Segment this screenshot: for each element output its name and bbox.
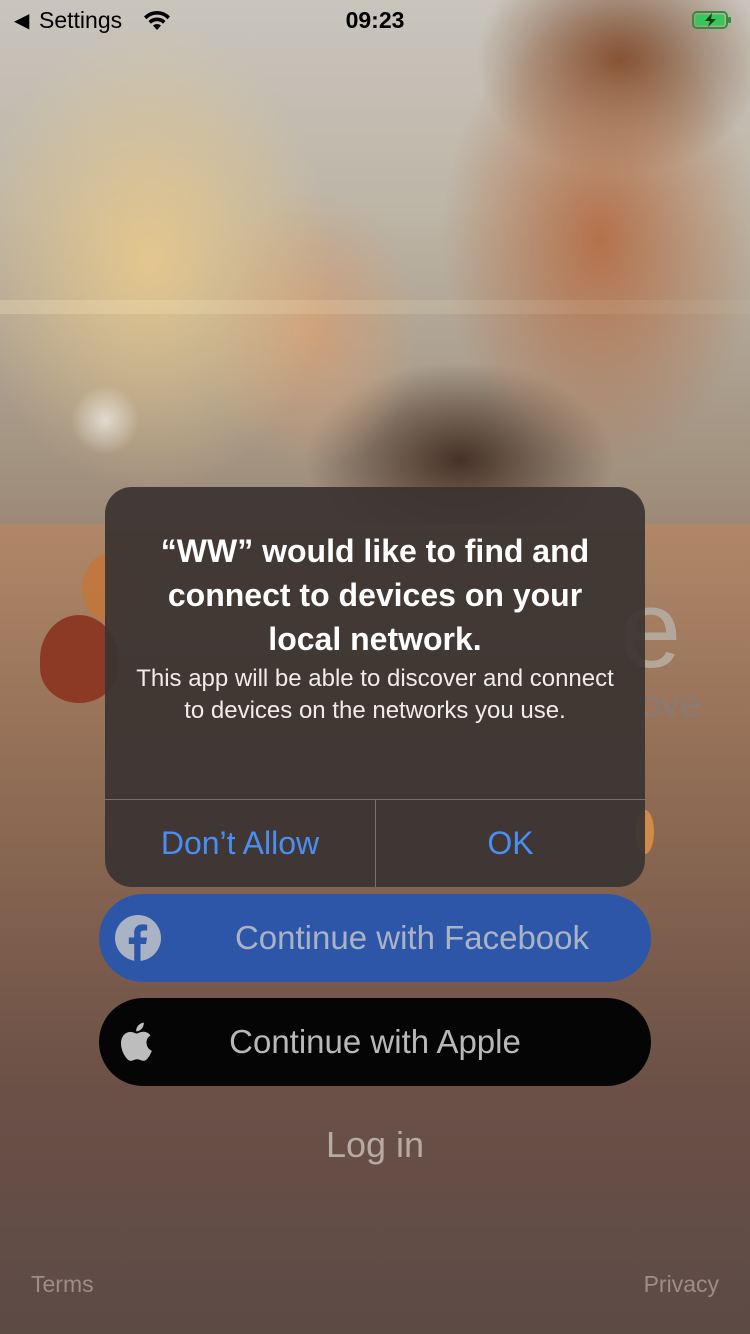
lens-glare [70, 385, 140, 455]
alert-message: This app will be able to discover and co… [136, 665, 614, 724]
continue-with-apple-button[interactable]: Continue with Apple [99, 998, 651, 1086]
ok-button[interactable]: OK [376, 800, 645, 887]
local-network-permission-alert: “WW” would like to find and connect to d… [105, 487, 645, 887]
logo-tagline-fragment: ove [640, 684, 702, 726]
alert-title: “WW” would like to find and connect to d… [160, 533, 590, 657]
battery-charging-icon [692, 11, 731, 29]
facebook-icon [115, 915, 161, 961]
dont-allow-button[interactable]: Don’t Allow [105, 800, 375, 887]
facebook-button-label: Continue with Facebook [234, 919, 590, 956]
lens-flare [0, 300, 750, 314]
status-bar: ◀ Settings 09:23 [0, 0, 750, 40]
privacy-link[interactable]: Privacy [644, 1271, 719, 1298]
clock: 09:23 [345, 7, 405, 33]
apple-button-label: Continue with Apple [229, 1023, 521, 1060]
continue-with-facebook-button[interactable]: Continue with Facebook [99, 894, 651, 982]
hero-photo [0, 0, 750, 524]
login-link[interactable]: Log in [0, 1124, 750, 1166]
apple-icon [120, 1022, 152, 1061]
terms-link[interactable]: Terms [31, 1271, 94, 1298]
